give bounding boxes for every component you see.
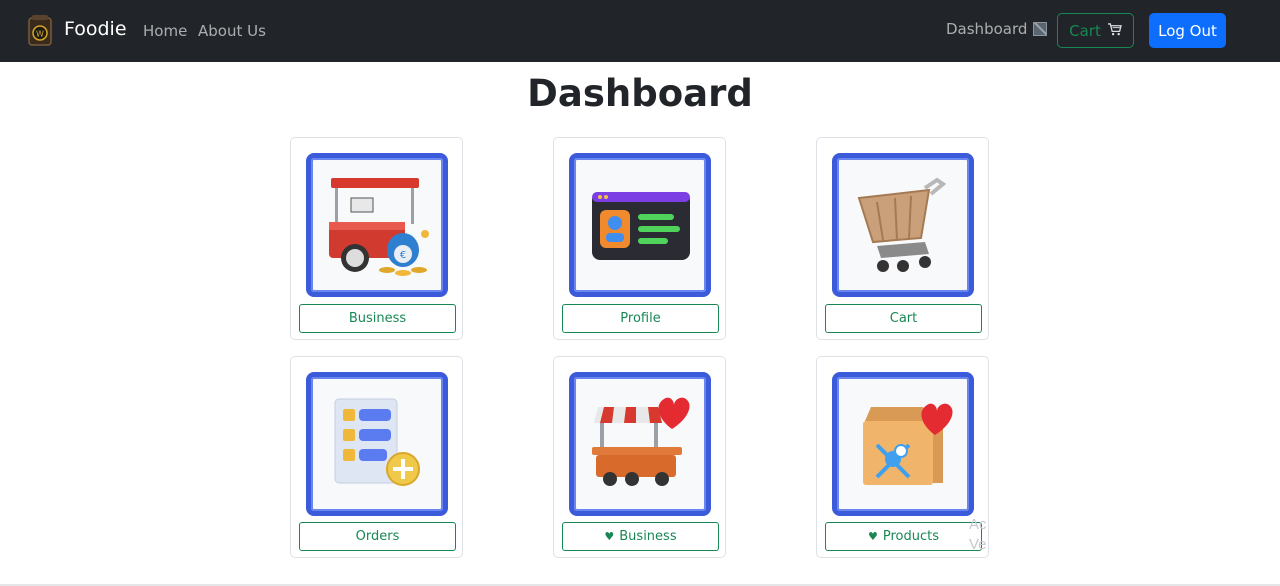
card-profile: Profile (553, 137, 726, 340)
page-title: Dashboard (527, 72, 753, 115)
favorite-food-bag-icon[interactable] (832, 372, 974, 516)
food-cart-money-icon[interactable]: € (306, 153, 448, 297)
orders-button[interactable]: Orders (299, 522, 456, 551)
nav-dashboard-link[interactable]: Dashboard (946, 20, 1048, 38)
profile-button-label: Profile (620, 311, 661, 326)
card-favorite-business: ♥ Business (553, 356, 726, 558)
cart-card-button-label: Cart (889, 311, 918, 326)
business-button[interactable]: Business (299, 304, 456, 333)
navbar: W Foodie Home About Us Dashboard Cart Lo… (0, 0, 1280, 62)
favorite-business-button-label: Business (619, 529, 677, 544)
logout-button[interactable]: Log Out (1149, 13, 1226, 48)
nav-about-link[interactable]: About Us (198, 22, 266, 40)
card-orders: Orders (290, 356, 463, 558)
nav-dashboard-label: Dashboard (946, 20, 1028, 38)
favorite-business-button[interactable]: ♥ Business (562, 522, 719, 551)
broken-image-icon (1033, 22, 1048, 36)
watermark-text: Ac Ve (969, 515, 987, 555)
cart-card-button[interactable]: Cart (825, 304, 982, 333)
svg-text:€: € (400, 250, 406, 261)
card-cart: Cart (816, 137, 989, 340)
heart-icon: ♥ (604, 530, 615, 543)
cart-button-label: Cart (1069, 21, 1101, 40)
brand-name[interactable]: Foodie (64, 18, 127, 40)
profile-button[interactable]: Profile (562, 304, 719, 333)
nav-home-link[interactable]: Home (143, 22, 187, 40)
favorite-food-stall-icon[interactable] (569, 372, 711, 516)
shopping-cart-icon (1107, 22, 1122, 40)
order-list-add-icon[interactable] (306, 372, 448, 516)
favorite-products-button-label: Products (882, 529, 939, 544)
foodie-logo-icon[interactable]: W (27, 14, 53, 47)
watermark-line-1: Ac (969, 516, 987, 533)
business-button-label: Business (348, 311, 407, 326)
shopping-cart-icon[interactable] (832, 153, 974, 297)
watermark-line-2: Ve (969, 536, 987, 553)
card-favorite-products: ♥ Products (816, 356, 989, 558)
heart-icon: ♥ (867, 530, 878, 543)
favorite-products-button[interactable]: ♥ Products (825, 522, 982, 551)
profile-card-icon[interactable] (569, 153, 711, 297)
svg-text:W: W (36, 30, 44, 39)
orders-button-label: Orders (355, 529, 400, 544)
card-business: € Business (290, 137, 463, 340)
cart-button[interactable]: Cart (1057, 13, 1134, 48)
